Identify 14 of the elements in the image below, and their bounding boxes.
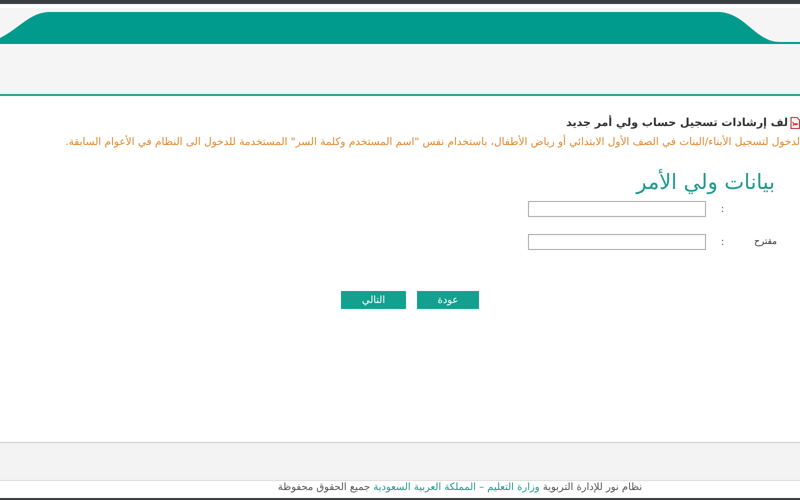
input-field[interactable]	[528, 234, 706, 250]
action-button[interactable]: التالي	[341, 291, 406, 309]
footer-text: جميع الحقوق محفوظة	[278, 482, 370, 493]
notice-text: لدخول لتسجيل الأبناء/البنات في الصف الأول الابتدائي أو رياض الأطفال، باستخدام نفس "اسم المستخدم وكلمة السر" المستخدمة للدخول الى النظام في الأعوام السابقة.	[64, 136, 800, 148]
colon: :	[720, 204, 726, 214]
footer-text: نظام نور للإدارة التربوية	[542, 482, 642, 493]
section-title: بيانات ولي الأمر	[634, 170, 775, 194]
colon: :	[720, 236, 726, 248]
pdf-icon	[790, 116, 800, 128]
action-button[interactable]: عودة	[417, 291, 479, 309]
guide-link[interactable]: لف إرشادات تسجيل حساب ولي أمر جديد	[566, 116, 788, 129]
input-field[interactable]	[528, 201, 706, 217]
footer-link[interactable]: وزارة التعليم – المملكة العربية السعودية	[373, 482, 540, 493]
field-label: مقترح	[753, 237, 777, 247]
